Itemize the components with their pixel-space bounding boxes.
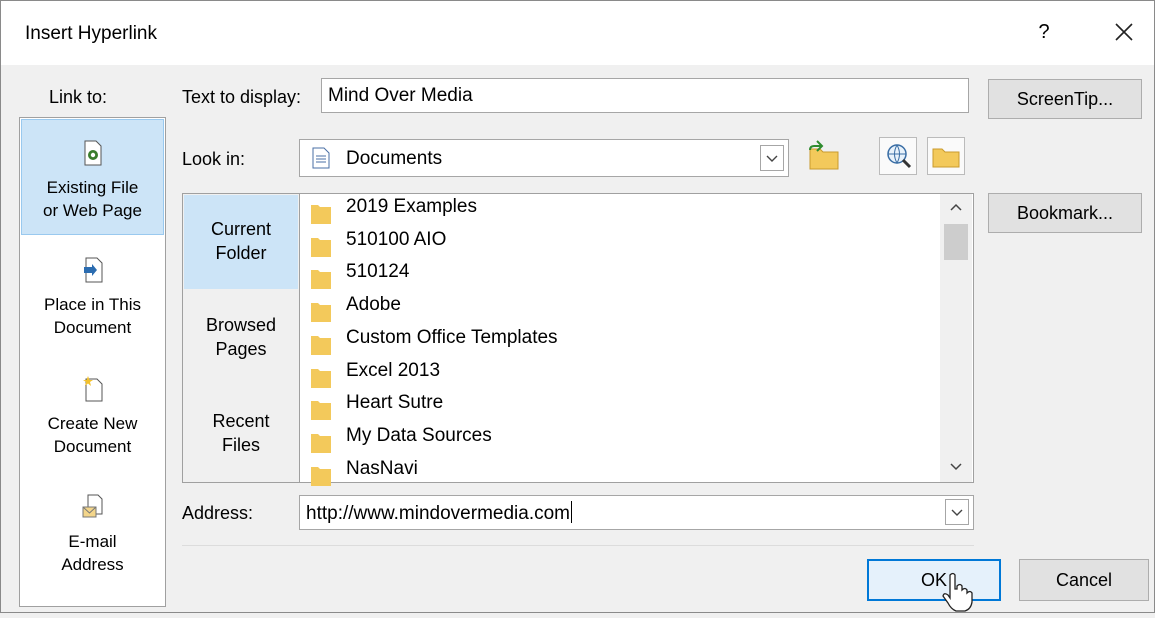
folder-icon [310, 430, 332, 453]
address-chevron-down-icon[interactable] [945, 499, 969, 525]
link-email-line1: E-mail [68, 532, 117, 551]
place-browsed-line1: Browsed [205, 315, 277, 335]
link-existing-file[interactable]: Existing File or Web Page [21, 119, 164, 235]
file-list-item[interactable]: My Data Sources [310, 423, 930, 456]
folder-icon [310, 299, 332, 323]
link-email-address[interactable]: E-mail Address [21, 490, 164, 590]
file-list-item[interactable]: Heart Sutre [310, 390, 930, 423]
file-list: 2019 Examples 510100 AIO 510124 Adobe Custom… [299, 193, 974, 486]
folder-icon [310, 463, 332, 486]
scroll-down-icon[interactable] [946, 456, 966, 476]
ok-button[interactable]: OK [867, 559, 1001, 601]
file-list-item[interactable]: Excel 2013 [310, 358, 930, 391]
browse-file-icon[interactable] [927, 137, 965, 175]
place-browsed-pages[interactable]: Browsed Pages [184, 313, 298, 373]
existing-file-icon [22, 140, 163, 172]
file-list-item[interactable]: Custom Office Templates [310, 325, 930, 358]
look-in-label: Look in: [182, 149, 246, 169]
file-name: Excel 2013 [346, 359, 441, 381]
look-in-value: Documents [346, 148, 443, 169]
file-name: Adobe [346, 294, 401, 316]
dialog-title: Insert Hyperlink [25, 23, 157, 44]
text-to-display-label: Text to display: [182, 87, 302, 107]
folder-icon [310, 201, 332, 224]
title-bar: Insert Hyperlink ? [1, 1, 1154, 65]
file-name: Heart Sutre [346, 392, 444, 414]
folder-icon [310, 397, 332, 421]
vertical-scrollbar[interactable] [940, 194, 972, 482]
link-place-line1: Place in This [43, 295, 141, 314]
address-value-text: http://www.mindovermedia.com [306, 503, 570, 524]
file-name: 510100 AIO [346, 228, 447, 250]
link-to-panel: Existing File or Web Page Place in This … [19, 117, 166, 607]
close-icon[interactable] [1109, 17, 1139, 47]
new-document-icon [21, 376, 164, 408]
file-list-item[interactable]: NasNavi [310, 456, 930, 489]
link-create-new-document[interactable]: Create New Document [21, 372, 164, 472]
scroll-thumb[interactable] [944, 224, 968, 260]
address-label: Address: [182, 503, 254, 523]
file-list-item[interactable]: 2019 Examples [310, 194, 930, 227]
link-create-line1: Create New [47, 414, 138, 433]
folder-icon [310, 266, 332, 290]
place-in-document-icon [21, 257, 164, 289]
file-name: NasNavi [346, 457, 418, 479]
browse-web-icon[interactable] [879, 137, 917, 175]
file-list-item[interactable]: 510100 AIO [310, 227, 930, 260]
address-value: http://www.mindovermedia.com [306, 501, 572, 525]
scroll-up-icon[interactable] [946, 198, 966, 218]
cancel-button[interactable]: Cancel [1019, 559, 1149, 601]
link-existing-file-line1: Existing File [46, 178, 139, 197]
link-to-label: Link to: [49, 87, 108, 107]
separator [182, 545, 974, 546]
folder-icon [310, 332, 332, 355]
place-recent-line1: Recent [212, 411, 270, 431]
places-bar: Current Folder Browsed Pages Recent File… [182, 193, 299, 483]
place-browsed-line2: Pages [215, 339, 267, 359]
folder-icon [310, 365, 332, 388]
link-email-line2: Address [61, 555, 124, 574]
link-existing-file-line2: or Web Page [43, 201, 142, 220]
place-current-line2: Folder [215, 243, 267, 263]
address-input[interactable]: http://www.mindovermedia.com [299, 495, 974, 530]
email-address-icon [21, 494, 164, 526]
place-current-line1: Current [210, 219, 272, 239]
file-list-item[interactable]: Adobe [310, 292, 930, 325]
link-place-line2: Document [53, 318, 132, 337]
place-current-folder[interactable]: Current Folder [184, 195, 298, 289]
insert-hyperlink-dialog: Insert Hyperlink ? Link to: Existing Fil… [0, 0, 1155, 613]
file-name: My Data Sources [346, 424, 492, 446]
text-to-display-input[interactable]: Mind Over Media [321, 78, 969, 113]
up-one-folder-icon[interactable] [805, 137, 843, 175]
screentip-button[interactable]: ScreenTip... [988, 79, 1142, 119]
file-name: 510124 [346, 261, 410, 283]
link-create-line2: Document [53, 437, 132, 456]
file-list-item[interactable]: 510124 [310, 259, 930, 292]
folder-icon [310, 234, 332, 257]
file-name: 2019 Examples [346, 196, 477, 217]
chevron-down-icon[interactable] [760, 145, 784, 171]
text-caret [571, 501, 572, 523]
help-button[interactable]: ? [1032, 21, 1056, 44]
place-recent-files[interactable]: Recent Files [184, 409, 298, 469]
mouse-pointer-icon [941, 571, 975, 613]
link-place-in-document[interactable]: Place in This Document [21, 253, 164, 353]
bookmark-button[interactable]: Bookmark... [988, 193, 1142, 233]
place-recent-line2: Files [221, 435, 260, 455]
look-in-dropdown[interactable]: Documents [299, 139, 789, 177]
file-name: Custom Office Templates [346, 326, 558, 348]
documents-icon [312, 147, 330, 174]
